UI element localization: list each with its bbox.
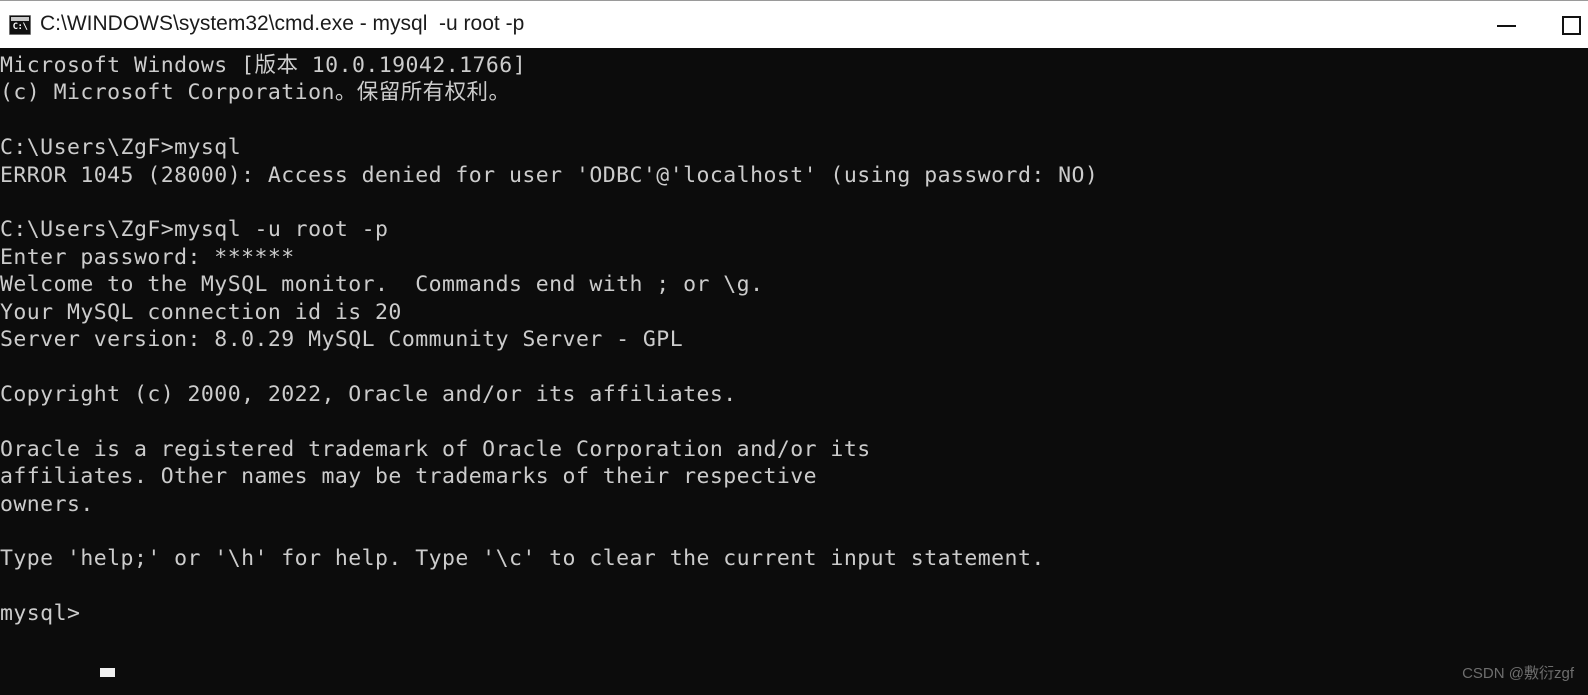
text-cursor <box>100 668 115 677</box>
cmd-window: C:\ C:\WINDOWS\system32\cmd.exe - mysql … <box>0 0 1588 695</box>
window-title: C:\WINDOWS\system32\cmd.exe - mysql -u r… <box>40 11 525 35</box>
watermark-label: CSDN @敷衍zgf <box>1462 665 1574 682</box>
icon-prompt-glyph: C:\ <box>12 21 28 32</box>
maximize-icon <box>1562 16 1581 35</box>
maximize-button[interactable] <box>1540 2 1588 49</box>
minimize-button[interactable] <box>1472 2 1540 49</box>
window-titlebar[interactable]: C:\ C:\WINDOWS\system32\cmd.exe - mysql … <box>0 0 1588 48</box>
minimize-icon <box>1496 24 1516 27</box>
console-text: Microsoft Windows [版本 10.0.19042.1766] (… <box>0 53 1099 627</box>
window-controls <box>1472 2 1588 49</box>
terminal-output-area[interactable]: Microsoft Windows [版本 10.0.19042.1766] (… <box>0 48 1588 695</box>
cmd-console-icon: C:\ <box>9 14 31 35</box>
